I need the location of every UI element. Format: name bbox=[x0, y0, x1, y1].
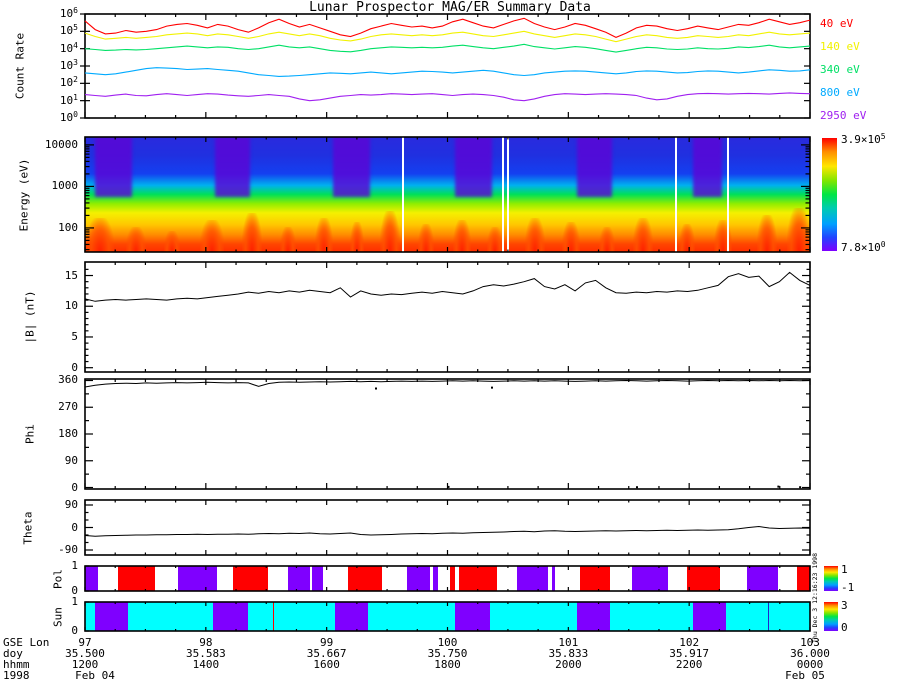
y-tick-label: 106 bbox=[59, 6, 78, 20]
scatter-point bbox=[636, 486, 638, 489]
x-tick-value: 1600 bbox=[313, 658, 340, 671]
ylabel-count-rate: Count Rate bbox=[13, 32, 27, 100]
y-tick-label: 90 bbox=[64, 498, 78, 511]
panel-frame bbox=[84, 499, 811, 556]
scatter-point bbox=[799, 486, 802, 489]
panel-frame bbox=[84, 261, 811, 373]
x-tick-value: 1400 bbox=[192, 658, 220, 671]
y-tick-label: -90 bbox=[58, 543, 78, 556]
y-tick-label: 0 bbox=[71, 360, 78, 374]
data-series bbox=[84, 30, 811, 43]
ylabel-pol: Pol bbox=[51, 568, 65, 589]
legend-item: 40 eV bbox=[820, 17, 854, 30]
y-tick-label: 10 bbox=[64, 299, 78, 313]
y-tick-label: 1 bbox=[71, 595, 78, 608]
sun-legend-min: 0 bbox=[841, 621, 848, 634]
y-tick-label: 101 bbox=[59, 92, 78, 107]
lunar-prospector-summary-plot: Lunar Prospector MAG/ER Summary Data Thu… bbox=[0, 0, 900, 700]
y-tick-label: 100 bbox=[59, 110, 78, 124]
y-tick-label: 360 bbox=[58, 373, 78, 387]
y-tick-label: 0 bbox=[71, 480, 78, 494]
panel-frame bbox=[84, 136, 811, 253]
ylabel-theta: Theta bbox=[21, 510, 35, 545]
y-tick-label: 1000 bbox=[51, 179, 79, 193]
scatter-point bbox=[447, 485, 450, 488]
y-tick-label: 1 bbox=[71, 559, 78, 572]
ylabel-phi: Phi bbox=[23, 424, 37, 444]
data-series bbox=[84, 92, 811, 102]
date-label-start: Feb 04 bbox=[75, 669, 115, 682]
scatter-point bbox=[491, 386, 493, 389]
y-tick-label: 5 bbox=[71, 329, 78, 343]
data-series bbox=[84, 271, 811, 302]
y-tick-label: 180 bbox=[58, 427, 78, 440]
scatter-point bbox=[375, 387, 377, 390]
pol-legend-min: -1 bbox=[841, 581, 855, 594]
panel-frame bbox=[84, 13, 811, 119]
y-tick-label: 270 bbox=[58, 400, 78, 414]
legend-item: 340 eV bbox=[820, 63, 860, 76]
y-tick-label: 15 bbox=[64, 268, 78, 282]
ylabel-sun: Sun bbox=[51, 606, 65, 627]
ylabel-energy: Energy (eV) bbox=[17, 158, 31, 231]
colorbar-min-label: 7.8×100 bbox=[841, 240, 886, 254]
y-tick-label: 102 bbox=[59, 75, 78, 90]
data-series bbox=[84, 43, 811, 53]
legend-item: 800 eV bbox=[820, 86, 860, 99]
ylabel-bmag: |B| (nT) bbox=[23, 290, 37, 344]
y-tick-label: 100 bbox=[58, 220, 78, 234]
x-tick-value: 2000 bbox=[555, 658, 582, 671]
axis-row-label: 1998 bbox=[3, 669, 30, 682]
pol-legend-max: 1 bbox=[841, 563, 848, 576]
plot-axes-and-series bbox=[80, 13, 811, 632]
y-tick-label: 105 bbox=[59, 23, 78, 38]
y-tick-label: 104 bbox=[59, 40, 78, 55]
x-tick-value: 2200 bbox=[675, 658, 703, 671]
data-series bbox=[84, 525, 811, 537]
y-tick-label: 10000 bbox=[44, 137, 78, 151]
y-tick-label: 0 bbox=[71, 584, 78, 597]
y-tick-label: 103 bbox=[59, 58, 78, 72]
data-series bbox=[84, 67, 811, 77]
y-tick-label: 0 bbox=[71, 624, 78, 637]
sun-legend-max: 3 bbox=[841, 599, 848, 612]
date-label-end: Feb 05 bbox=[785, 669, 825, 682]
colorbar-max-label: 3.9×105 bbox=[841, 132, 886, 146]
panel-frame bbox=[84, 378, 811, 490]
panel-frame bbox=[84, 601, 811, 632]
data-series bbox=[84, 17, 811, 39]
legend-item: 2950 eV bbox=[820, 109, 867, 122]
legend-item: 140 eV bbox=[820, 40, 860, 53]
x-tick-value: 1800 bbox=[434, 658, 461, 671]
y-tick-label: 90 bbox=[64, 453, 78, 467]
scatter-point bbox=[777, 485, 780, 488]
y-tick-label: 0 bbox=[71, 520, 78, 534]
